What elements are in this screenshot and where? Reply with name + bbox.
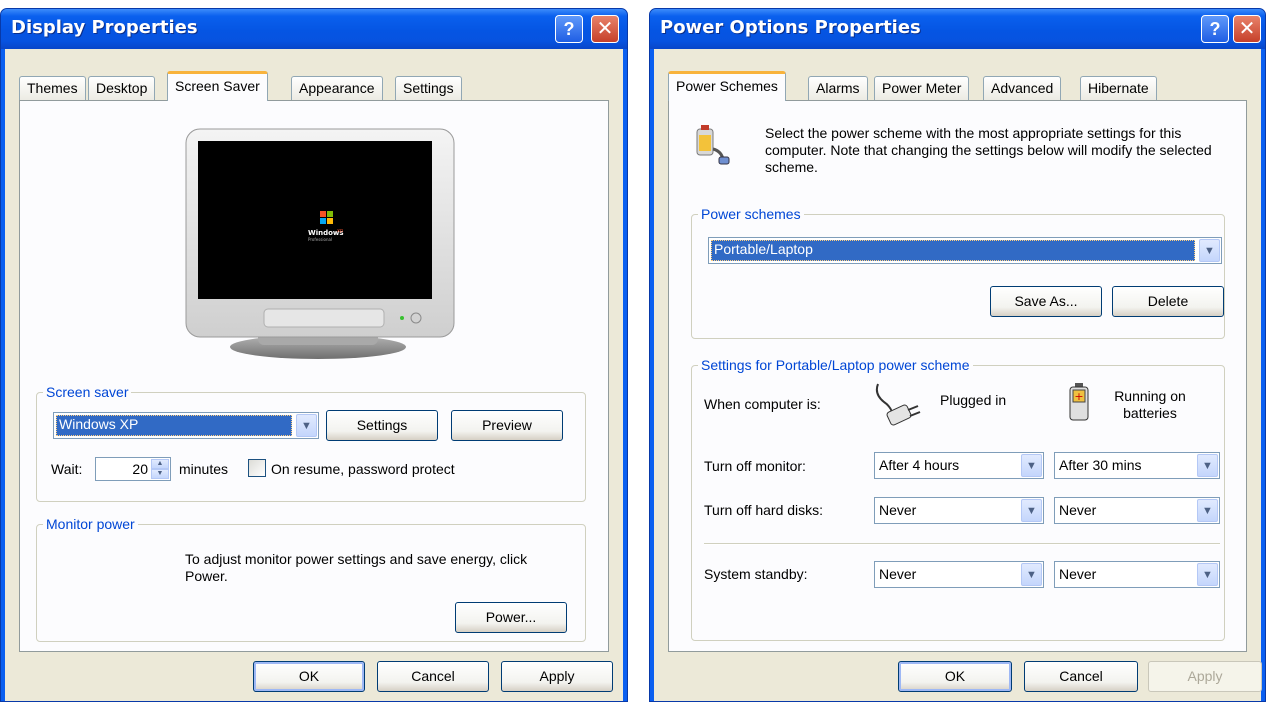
close-button[interactable]: ✕ bbox=[1233, 15, 1261, 43]
screen-saver-group: Screen saver Windows XP ▼ Settings Previ… bbox=[36, 383, 586, 502]
standby-battery-value: Never bbox=[1059, 566, 1097, 582]
when-computer-is-label: When computer is: bbox=[704, 396, 821, 412]
wait-value: 20 bbox=[132, 461, 148, 477]
dialog-body: Themes Desktop Screen Saver Appearance S… bbox=[5, 49, 623, 701]
monitor-power-description: To adjust monitor power settings and sav… bbox=[185, 551, 528, 584]
preview-button[interactable]: Preview bbox=[451, 410, 563, 441]
apply-button: Apply bbox=[1148, 661, 1262, 692]
close-icon: ✕ bbox=[1238, 18, 1256, 40]
wait-label: Wait: bbox=[51, 461, 83, 477]
power-button[interactable]: Power... bbox=[455, 602, 567, 633]
window-title: Display Properties bbox=[11, 17, 198, 38]
tab-power-meter[interactable]: Power Meter bbox=[874, 76, 970, 100]
screen-saver-page: Windows xp Professional Screen saver Win… bbox=[19, 100, 609, 652]
monitor-preview: Windows xp Professional bbox=[185, 128, 455, 359]
power-schemes-group: Power schemes Portable/Laptop ▼ Save As.… bbox=[691, 205, 1225, 339]
title-bar[interactable]: Power Options Properties ? ✕ bbox=[650, 9, 1265, 49]
scheme-settings-group: Settings for Portable/Laptop power schem… bbox=[691, 356, 1225, 641]
monitor-plugged-select[interactable]: After 4 hours ▼ bbox=[874, 452, 1044, 479]
tab-power-schemes[interactable]: Power Schemes bbox=[668, 71, 786, 101]
ok-button[interactable]: OK bbox=[898, 661, 1012, 692]
tab-alarms[interactable]: Alarms bbox=[808, 76, 868, 100]
settings-divider bbox=[704, 543, 1220, 545]
monitor-power-group-label: Monitor power bbox=[43, 515, 138, 533]
power-scheme-icon bbox=[696, 125, 730, 165]
scheme-settings-group-label: Settings for Portable/Laptop power schem… bbox=[698, 356, 973, 374]
power-scheme-value: Portable/Laptop bbox=[711, 240, 1195, 261]
save-as-button[interactable]: Save As... bbox=[990, 286, 1102, 317]
close-icon: ✕ bbox=[596, 18, 614, 40]
power-schemes-page: Select the power scheme with the most ap… bbox=[668, 100, 1247, 652]
settings-button[interactable]: Settings bbox=[326, 410, 438, 441]
dropdown-arrow-icon: ▼ bbox=[1199, 239, 1220, 262]
plug-icon bbox=[875, 383, 921, 426]
monitor-plugged-value: After 4 hours bbox=[879, 457, 960, 473]
spin-up-icon[interactable]: ▲ bbox=[151, 459, 169, 469]
disks-battery-value: Never bbox=[1059, 502, 1097, 518]
tab-appearance[interactable]: Appearance bbox=[291, 76, 383, 100]
title-bar[interactable]: Display Properties ? ✕ bbox=[1, 9, 627, 49]
help-button[interactable]: ? bbox=[555, 15, 583, 43]
cancel-button[interactable]: Cancel bbox=[377, 661, 489, 692]
dropdown-arrow-icon: ▼ bbox=[1197, 454, 1218, 477]
dialog-body: Power Schemes Alarms Power Meter Advance… bbox=[654, 49, 1262, 701]
battery-label: Running on batteries bbox=[1114, 388, 1186, 421]
power-options-window: Power Options Properties ? ✕ Power Schem… bbox=[649, 8, 1266, 702]
screen-saver-select[interactable]: Windows XP ▼ bbox=[53, 412, 319, 439]
disks-plugged-select[interactable]: Never ▼ bbox=[874, 497, 1044, 524]
turn-off-monitor-label: Turn off monitor: bbox=[704, 458, 806, 474]
tab-themes[interactable]: Themes bbox=[19, 76, 86, 100]
tab-hibernate[interactable]: Hibernate bbox=[1080, 76, 1157, 100]
screen-saver-group-label: Screen saver bbox=[43, 383, 132, 401]
tab-settings[interactable]: Settings bbox=[395, 76, 462, 100]
password-protect-checkbox[interactable] bbox=[248, 459, 266, 477]
power-scheme-description: Select the power scheme with the most ap… bbox=[765, 125, 1212, 175]
tab-advanced[interactable]: Advanced bbox=[983, 76, 1062, 100]
monitor-power-group: Monitor power To adjust monitor power se… bbox=[36, 515, 586, 642]
close-button[interactable]: ✕ bbox=[591, 15, 619, 43]
dropdown-arrow-icon: ▼ bbox=[1021, 563, 1042, 586]
preview-logo-edition: Professional bbox=[308, 237, 332, 242]
dropdown-arrow-icon: ▼ bbox=[1021, 454, 1042, 477]
system-standby-label: System standby: bbox=[704, 566, 808, 582]
apply-button[interactable]: Apply bbox=[501, 661, 613, 692]
minutes-label: minutes bbox=[179, 461, 229, 477]
battery-icon: + bbox=[1069, 383, 1089, 421]
tab-desktop[interactable]: Desktop bbox=[88, 76, 156, 100]
standby-plugged-value: Never bbox=[879, 566, 917, 582]
tab-screen-saver[interactable]: Screen Saver bbox=[167, 71, 268, 101]
cancel-button[interactable]: Cancel bbox=[1024, 661, 1138, 692]
disks-battery-select[interactable]: Never ▼ bbox=[1054, 497, 1220, 524]
help-icon: ? bbox=[563, 19, 575, 39]
display-properties-window: Display Properties ? ✕ Themes Desktop Sc… bbox=[0, 8, 628, 702]
monitor-battery-value: After 30 mins bbox=[1059, 457, 1142, 473]
standby-plugged-select[interactable]: Never ▼ bbox=[874, 561, 1044, 588]
dropdown-arrow-icon: ▼ bbox=[1197, 563, 1218, 586]
preview-logo-xp: xp bbox=[337, 228, 343, 234]
help-button[interactable]: ? bbox=[1201, 15, 1229, 43]
password-protect-label: On resume, password protect bbox=[271, 461, 455, 477]
dropdown-arrow-icon: ▼ bbox=[1021, 499, 1042, 522]
disks-plugged-value: Never bbox=[879, 502, 917, 518]
plugged-in-label: Plugged in bbox=[940, 392, 1007, 408]
screen-saver-value: Windows XP bbox=[56, 415, 292, 436]
power-schemes-group-label: Power schemes bbox=[698, 205, 804, 223]
spin-down-icon[interactable]: ▼ bbox=[151, 469, 169, 479]
standby-battery-select[interactable]: Never ▼ bbox=[1054, 561, 1220, 588]
spinner-buttons[interactable]: ▲ ▼ bbox=[151, 459, 169, 479]
monitor-battery-select[interactable]: After 30 mins ▼ bbox=[1054, 452, 1220, 479]
power-scheme-select[interactable]: Portable/Laptop ▼ bbox=[708, 237, 1222, 264]
svg-text:+: + bbox=[1074, 390, 1083, 403]
help-icon: ? bbox=[1209, 19, 1221, 39]
dropdown-arrow-icon: ▼ bbox=[1197, 499, 1218, 522]
dropdown-arrow-icon: ▼ bbox=[296, 414, 317, 437]
ok-button[interactable]: OK bbox=[253, 661, 365, 692]
delete-button[interactable]: Delete bbox=[1112, 286, 1224, 317]
wait-minutes-spinner[interactable]: 20 ▲ ▼ bbox=[95, 457, 171, 481]
window-title: Power Options Properties bbox=[660, 17, 921, 38]
turn-off-hard-disks-label: Turn off hard disks: bbox=[704, 502, 824, 518]
